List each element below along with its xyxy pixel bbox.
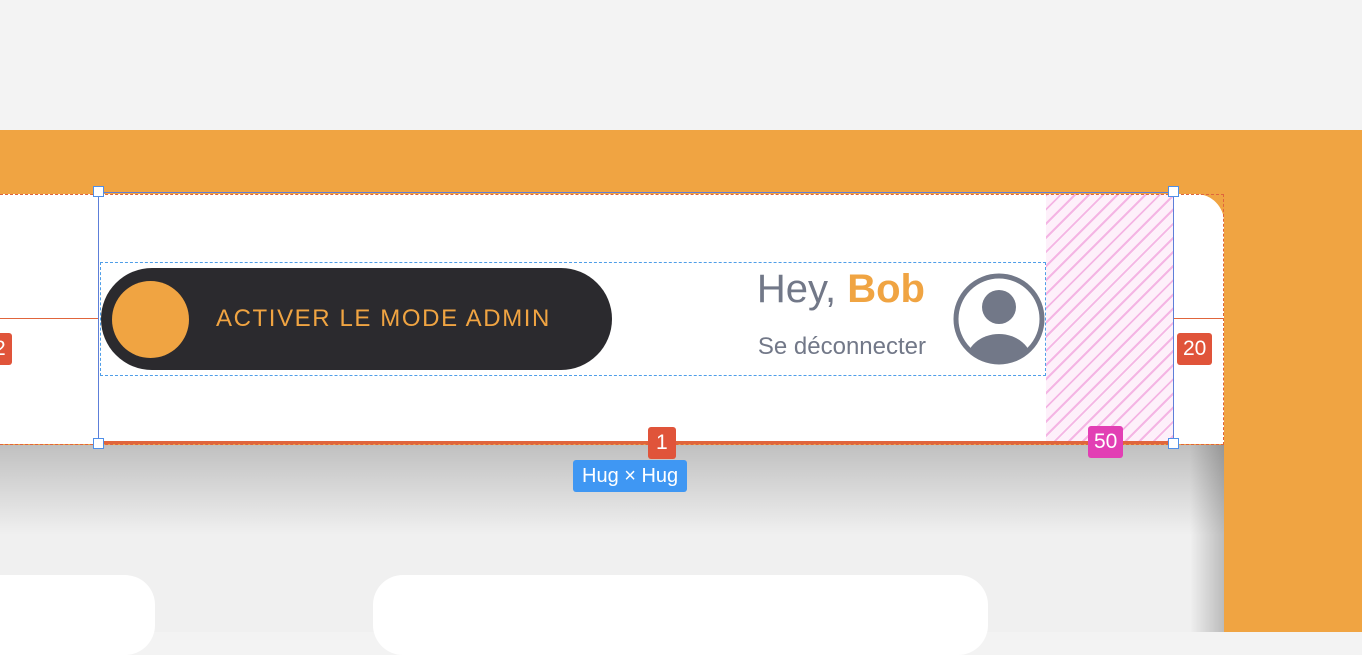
- content-bounds-outline: [100, 262, 1046, 376]
- spacing-badge-left: 2: [0, 333, 12, 365]
- content-card-middle: [373, 575, 988, 655]
- spacing-badge-right: 20: [1177, 333, 1213, 365]
- gap-badge-bottom: 1: [648, 427, 676, 459]
- sizing-label[interactable]: Hug × Hug: [573, 460, 688, 492]
- resize-handle-top-right[interactable]: [1168, 186, 1179, 197]
- resize-handle-top-left[interactable]: [93, 186, 104, 197]
- padding-badge: 50: [1088, 426, 1124, 458]
- resize-handle-bottom-left[interactable]: [93, 438, 104, 449]
- resize-handle-bottom-right[interactable]: [1168, 438, 1179, 449]
- content-shadow-right: [1190, 445, 1224, 632]
- content-card-left: [0, 575, 155, 655]
